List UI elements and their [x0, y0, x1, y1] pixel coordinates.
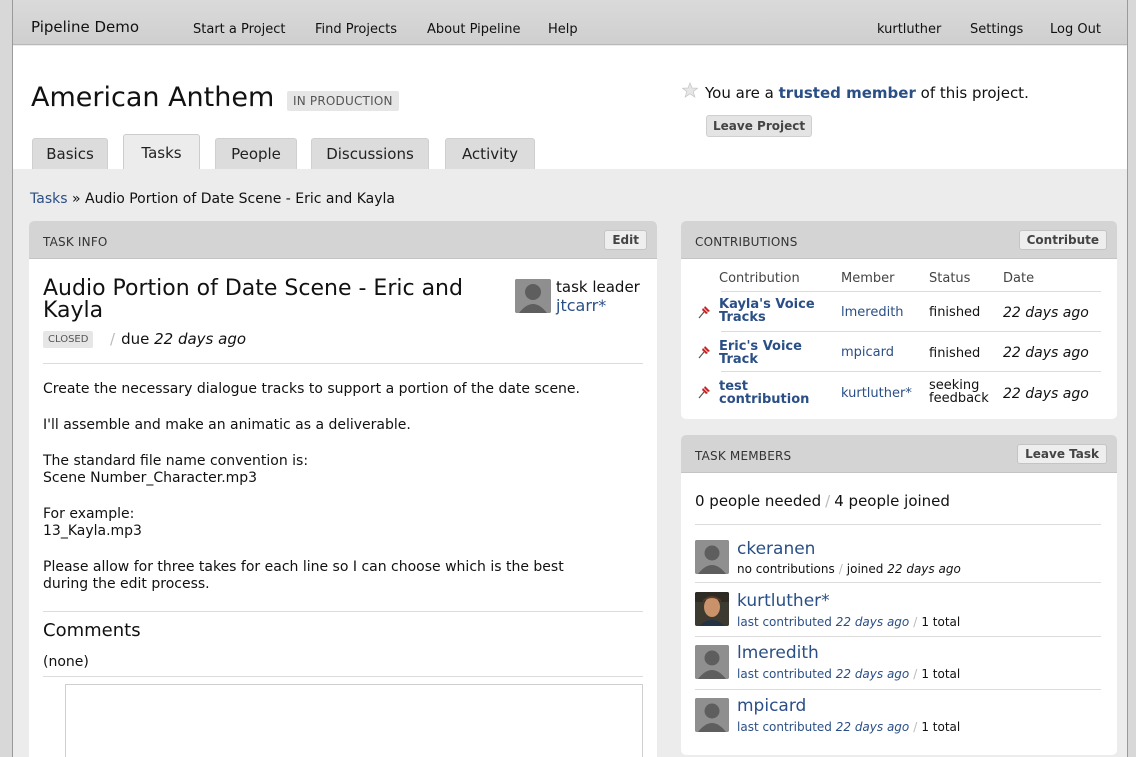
member-name-link[interactable]: lmeredith — [737, 643, 819, 663]
tab-people[interactable]: People — [215, 138, 297, 169]
members-summary: 0 people needed/4 people joined — [695, 492, 950, 510]
default-avatar-icon — [695, 645, 729, 679]
nav-help[interactable]: Help — [548, 22, 578, 37]
task-title: Audio Portion of Date Scene - Eric and K… — [43, 276, 463, 323]
contribution-member-link[interactable]: kurtluther* — [841, 386, 912, 401]
project-status-badge: IN PRODUCTION — [287, 91, 399, 111]
contribution-link[interactable]: Kayla's Voice Tracks — [719, 298, 815, 324]
contribution-date: 22 days ago — [1003, 305, 1089, 321]
member-activity: no contributions / joined 22 days ago — [737, 562, 961, 576]
member-avatar[interactable] — [695, 698, 729, 732]
task-info-header: TASK INFO Edit — [29, 221, 657, 259]
membership-text: You are a trusted member of this project… — [705, 84, 1029, 102]
description-paragraph: For example: 13_Kayla.mp3 — [43, 506, 142, 539]
divider — [43, 611, 643, 612]
pin-icon — [698, 346, 710, 359]
task-members-header: TASK MEMBERS Leave Task — [681, 435, 1117, 473]
column-header: Status — [929, 271, 971, 286]
project-header: American Anthem IN PRODUCTION Basics Tas… — [13, 46, 1127, 169]
member-activity: last contributed 22 days ago/1 total — [737, 720, 961, 734]
task-leader-link[interactable]: jtcarr* — [556, 296, 606, 315]
breadcrumb-tasks-link[interactable]: Tasks — [30, 191, 68, 207]
project-title: American Anthem — [31, 82, 275, 113]
nav-user[interactable]: kurtluther — [877, 22, 941, 37]
leader-avatar[interactable] — [515, 279, 551, 313]
column-header: Member — [841, 271, 895, 286]
default-avatar-icon — [695, 540, 729, 574]
task-info-heading: TASK INFO — [43, 235, 108, 249]
contribution-status: seeking feedback — [929, 378, 989, 406]
default-avatar-icon — [515, 279, 551, 313]
brand-link[interactable]: Pipeline Demo — [31, 18, 139, 36]
contributions-header: CONTRIBUTIONS Contribute — [681, 221, 1117, 259]
contribution-status: finished — [929, 346, 981, 361]
contributions-heading: CONTRIBUTIONS — [695, 235, 798, 249]
comments-heading: Comments — [43, 620, 141, 641]
column-header: Contribution — [719, 271, 800, 286]
contribution-link[interactable]: Eric's Voice Track — [719, 340, 802, 366]
tab-basics[interactable]: Basics — [32, 138, 108, 169]
member-avatar[interactable] — [695, 592, 729, 626]
divider — [43, 676, 643, 677]
description-paragraph: Please allow for three takes for each li… — [43, 559, 564, 592]
default-avatar-icon — [695, 698, 729, 732]
membership-role-link[interactable]: trusted member — [779, 84, 916, 102]
divider — [43, 363, 643, 364]
task-leader-label: task leader — [556, 278, 640, 296]
contribution-date: 22 days ago — [1003, 345, 1089, 361]
member-activity: last contributed 22 days ago/1 total — [737, 615, 961, 629]
member-activity: last contributed 22 days ago/1 total — [737, 667, 961, 681]
contributions-panel: CONTRIBUTIONS Contribute Contribution Me… — [681, 221, 1117, 419]
divider — [695, 582, 1101, 583]
tab-tasks[interactable]: Tasks — [123, 134, 200, 169]
app-frame: Pipeline Demo Start a Project Find Proje… — [12, 0, 1128, 757]
star-icon — [682, 82, 698, 98]
comments-empty: (none) — [43, 654, 89, 670]
member-avatar[interactable] — [695, 645, 729, 679]
column-header: Date — [1003, 271, 1035, 286]
task-status-badge: CLOSED — [43, 331, 94, 348]
nav-find-projects[interactable]: Find Projects — [315, 22, 397, 37]
pin-icon — [698, 386, 710, 399]
contribute-button[interactable]: Contribute — [1018, 230, 1107, 250]
task-members-heading: TASK MEMBERS — [695, 449, 792, 463]
description-paragraph: Create the necessary dialogue tracks to … — [43, 381, 580, 397]
contribution-member-link[interactable]: mpicard — [841, 345, 894, 360]
divider — [721, 331, 1101, 332]
top-navigation: Pipeline Demo Start a Project Find Proje… — [13, 0, 1127, 45]
contribution-status: finished — [929, 305, 981, 320]
member-name-link[interactable]: kurtluther* — [737, 591, 830, 611]
divider — [695, 524, 1101, 525]
member-name-link[interactable]: mpicard — [737, 696, 806, 716]
nav-logout[interactable]: Log Out — [1050, 22, 1101, 37]
breadcrumb: Tasks » Audio Portion of Date Scene - Er… — [30, 191, 395, 207]
breadcrumb-current: Audio Portion of Date Scene - Eric and K… — [85, 191, 395, 207]
leave-task-button[interactable]: Leave Task — [1017, 444, 1107, 464]
contribution-member-link[interactable]: lmeredith — [841, 305, 904, 320]
leave-project-button[interactable]: Leave Project — [706, 115, 813, 137]
pin-icon — [698, 306, 710, 319]
divider — [695, 636, 1101, 637]
nav-about-pipeline[interactable]: About Pipeline — [427, 22, 520, 37]
tab-discussions[interactable]: Discussions — [311, 138, 429, 169]
contribution-date: 22 days ago — [1003, 386, 1089, 402]
divider — [721, 371, 1101, 372]
nav-start-project[interactable]: Start a Project — [193, 22, 285, 37]
member-name-link[interactable]: ckeranen — [737, 539, 815, 559]
member-avatar[interactable] — [695, 540, 729, 574]
task-due: / due 22 days ago — [110, 330, 247, 348]
divider — [695, 689, 1101, 690]
divider — [721, 291, 1101, 292]
user-photo-icon — [695, 592, 729, 626]
edit-task-button[interactable]: Edit — [604, 230, 647, 250]
breadcrumb-separator: » — [71, 191, 81, 207]
task-info-panel: TASK INFO Edit Audio Portion of Date Sce… — [29, 221, 657, 757]
comment-input[interactable] — [65, 684, 643, 757]
tab-activity[interactable]: Activity — [445, 138, 535, 169]
contribution-link[interactable]: test contribution — [719, 380, 809, 406]
task-members-panel: TASK MEMBERS Leave Task 0 people needed /… — [681, 435, 1117, 755]
nav-settings[interactable]: Settings — [970, 22, 1023, 37]
description-paragraph: The standard file name convention is: Sc… — [43, 453, 309, 486]
description-paragraph: I'll assemble and make an animatic as a … — [43, 417, 411, 433]
